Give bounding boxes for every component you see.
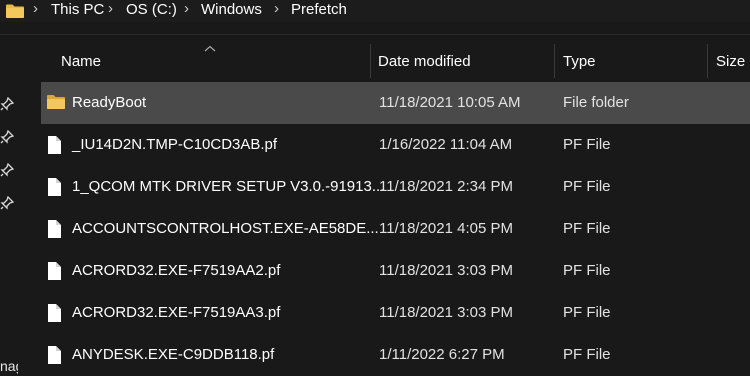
table-row[interactable]: ACRORD32.EXE-F7519AA3.pf 11/18/2021 3:03… (41, 292, 750, 334)
file-type: PF File (563, 346, 611, 363)
chevron-right-icon: › (108, 0, 113, 17)
sort-ascending-icon (204, 40, 216, 58)
file-date-modified: 11/18/2021 3:03 PM (379, 262, 513, 279)
breadcrumb-this-pc[interactable]: This PC (51, 1, 104, 18)
file-type: PF File (563, 262, 611, 279)
table-row[interactable]: ANYDESK.EXE-C9DDB118.pf 1/11/2022 6:27 P… (41, 334, 750, 376)
file-name: ANYDESK.EXE-C9DDB118.pf (72, 346, 275, 363)
file-type: PF File (563, 136, 611, 153)
column-divider[interactable] (370, 44, 371, 78)
chevron-right-icon: › (184, 0, 189, 17)
column-type[interactable]: Type (563, 53, 596, 70)
file-type: File folder (563, 94, 629, 111)
file-date-modified: 11/18/2021 3:03 PM (379, 304, 513, 321)
file-type: PF File (563, 220, 611, 237)
table-row[interactable]: ACRORD32.EXE-F7519AA2.pf 11/18/2021 3:03… (41, 250, 750, 292)
file-type: PF File (563, 178, 611, 195)
folder-icon (5, 3, 25, 24)
divider (0, 34, 750, 35)
file-date-modified: 1/11/2022 6:27 PM (379, 346, 505, 363)
pin-icon[interactable] (0, 162, 15, 182)
file-date-modified: 11/18/2021 10:05 AM (379, 94, 521, 111)
navigation-pane[interactable]: nag (0, 35, 20, 375)
column-divider[interactable] (554, 44, 555, 78)
file-date-modified: 11/18/2021 4:05 PM (379, 220, 513, 237)
breadcrumb-os-c[interactable]: OS (C:) (126, 1, 177, 18)
breadcrumb-windows[interactable]: Windows (201, 1, 262, 18)
file-name: ACCOUNTSCONTROLHOST.EXE-AE58DE... (72, 220, 379, 237)
table-row[interactable]: 1_QCOM MTK DRIVER SETUP V3.0.-91913... 1… (41, 166, 750, 208)
chevron-right-icon: › (33, 0, 38, 17)
table-row[interactable]: ReadyBoot 11/18/2021 10:05 AM File folde… (41, 82, 750, 124)
pin-icon[interactable] (0, 195, 15, 215)
file-icon (46, 303, 66, 323)
pin-icon[interactable] (0, 129, 15, 149)
breadcrumb-prefetch[interactable]: Prefetch (291, 1, 347, 18)
file-icon (46, 177, 66, 197)
file-date-modified: 11/18/2021 2:34 PM (379, 178, 513, 195)
file-name: ACRORD32.EXE-F7519AA3.pf (72, 304, 281, 321)
file-icon (46, 135, 66, 155)
file-date-modified: 1/16/2022 11:04 AM (379, 136, 513, 153)
file-icon (46, 261, 66, 281)
file-icon (46, 219, 66, 239)
nav-item-label[interactable]: nag (0, 358, 18, 374)
column-size[interactable]: Size (716, 53, 745, 70)
table-row[interactable]: ACCOUNTSCONTROLHOST.EXE-AE58DE... 11/18/… (41, 208, 750, 250)
file-name: _IU14D2N.TMP-C10CD3AB.pf (72, 136, 278, 153)
file-type: PF File (563, 304, 611, 321)
chevron-right-icon: › (274, 0, 279, 17)
folder-icon (46, 93, 66, 113)
table-row[interactable]: _IU14D2N.TMP-C10CD3AB.pf 1/16/2022 11:04… (41, 124, 750, 166)
file-name: 1_QCOM MTK DRIVER SETUP V3.0.-91913... (72, 178, 385, 195)
column-date-modified[interactable]: Date modified (378, 53, 471, 70)
column-name[interactable]: Name (61, 53, 101, 70)
column-header-row: Name Date modified Type Size (20, 40, 750, 82)
address-bar[interactable]: › This PC › OS (C:) › Windows › Prefetch (0, 0, 750, 22)
pin-icon[interactable] (0, 96, 15, 116)
file-name: ACRORD32.EXE-F7519AA2.pf (72, 262, 281, 279)
column-divider[interactable] (707, 44, 708, 78)
file-icon (46, 345, 66, 365)
file-name: ReadyBoot (72, 94, 147, 111)
